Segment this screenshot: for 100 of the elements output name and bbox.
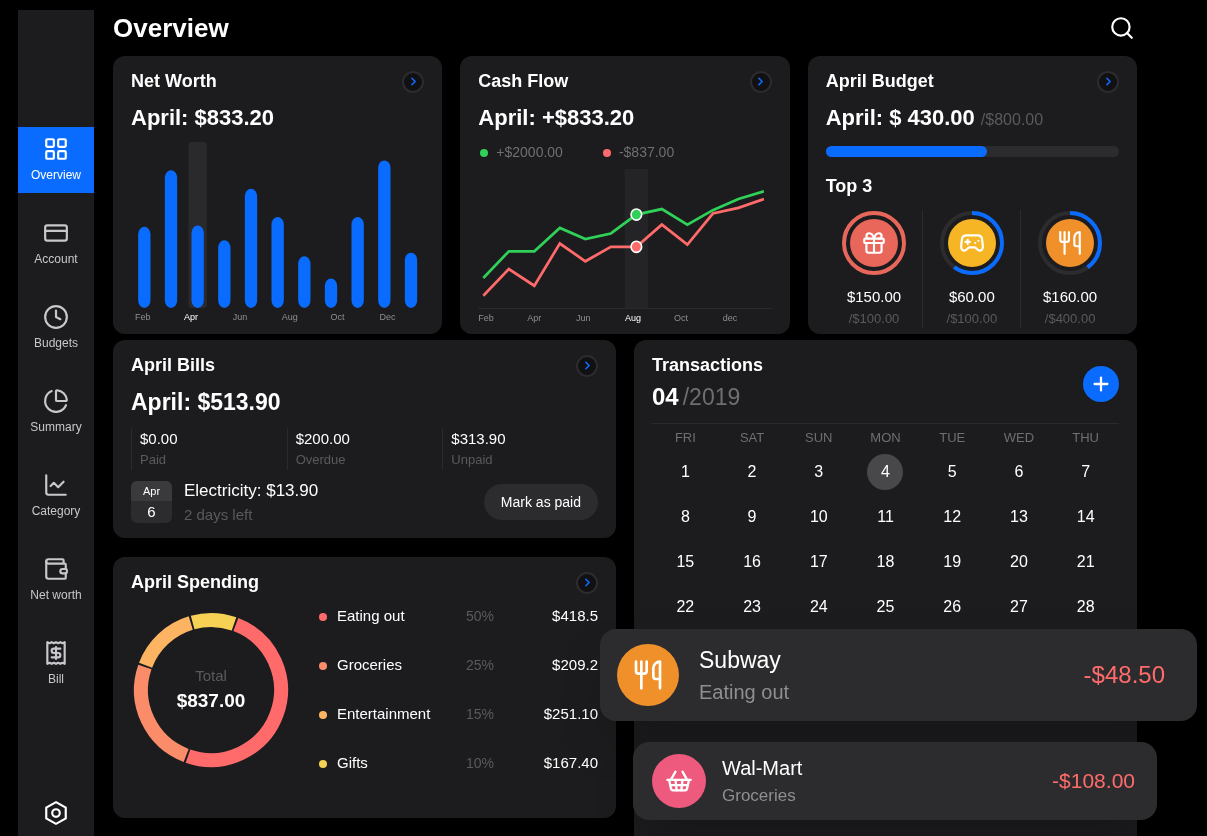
category-percent: 50% [464, 607, 494, 626]
calendar-day[interactable]: 12 [934, 499, 971, 535]
limit-amount: /$400.00 [1044, 309, 1096, 328]
calendar-day[interactable]: 7 [1067, 454, 1104, 490]
chevron-button[interactable] [1097, 70, 1119, 93]
sidebar-item[interactable]: Budgets [18, 295, 94, 361]
category-percent: 10% [464, 754, 494, 773]
add-button[interactable] [1083, 365, 1119, 402]
card-title: April Spending [131, 571, 259, 594]
category-label: Entertainment [337, 704, 431, 725]
calendar-day[interactable]: 28 [1067, 589, 1104, 625]
calendar-day[interactable]: 4 [867, 454, 904, 490]
calendar-day[interactable]: 2 [734, 454, 771, 490]
calendar-day[interactable]: 10 [800, 499, 837, 535]
pie-chart-icon [43, 388, 69, 414]
bill-name: Electricity: $13.90 [184, 480, 319, 502]
stat-label: Overdue [295, 451, 347, 469]
calendar-day[interactable]: 18 [867, 544, 904, 580]
chart-bar [324, 278, 338, 308]
calendar-day[interactable]: 24 [800, 589, 837, 625]
category-amount: $418.5 [551, 606, 598, 627]
calendar-day[interactable]: 14 [1067, 499, 1104, 535]
category-label: Gifts [337, 753, 368, 774]
calendar-day[interactable]: 20 [1000, 544, 1037, 580]
calendar-day[interactable]: 8 [667, 499, 704, 535]
category-label: Groceries [337, 655, 403, 676]
chart-bar [218, 240, 231, 308]
sidebar-item[interactable]: Net worth [18, 547, 94, 613]
sidebar-item[interactable]: Summary [18, 379, 94, 445]
weekday-label: FRI [673, 429, 697, 447]
card-title: April Bills [131, 354, 215, 377]
axis-label: Jun [576, 311, 592, 325]
weekday-label: SUN [804, 429, 834, 447]
legend-label: +$2000.00 [496, 143, 563, 162]
category-amount: $167.40 [542, 753, 598, 774]
axis-label: Oct [329, 311, 346, 325]
axis-label: Feb [478, 311, 495, 325]
calendar-day[interactable]: 19 [934, 544, 971, 580]
legend-label: -$837.00 [618, 143, 675, 162]
sidebar-item[interactable]: Account [18, 211, 94, 277]
search-icon[interactable] [1109, 15, 1135, 41]
sidebar-item[interactable]: Bill [18, 631, 94, 697]
wallet-icon [43, 556, 69, 582]
calendar-day[interactable]: 22 [667, 589, 704, 625]
receipt-icon [43, 640, 69, 666]
settings-icon[interactable] [43, 800, 69, 826]
chevron-button[interactable] [576, 354, 598, 377]
sidebar-item[interactable]: Category [18, 463, 94, 529]
calendar-day[interactable]: 1 [667, 454, 704, 490]
calendar-day[interactable]: 3 [800, 454, 837, 490]
weekday-label: THU [1071, 429, 1100, 447]
calendar-day[interactable]: 23 [734, 589, 771, 625]
stat-label: Paid [140, 451, 168, 469]
chevron-button[interactable] [576, 571, 598, 594]
axis-label: Apr [182, 311, 199, 325]
axis-label: Aug [625, 311, 642, 325]
calendar-day[interactable]: 26 [934, 589, 971, 625]
calendar-day[interactable]: 17 [800, 544, 837, 580]
transaction-card[interactable]: Subway Eating out -$48.50 [600, 629, 1197, 721]
calendar-day[interactable]: 5 [934, 454, 971, 490]
month-number: 04 [652, 382, 679, 412]
chevron-button[interactable] [402, 70, 425, 93]
axis-label: Apr [527, 311, 543, 325]
chart-bar [404, 252, 418, 308]
calendar-day[interactable]: 13 [1000, 499, 1037, 535]
card-title: Net Worth [131, 70, 217, 93]
calendar-day[interactable]: 9 [734, 499, 771, 535]
calendar-day[interactable]: 16 [734, 544, 771, 580]
stat-value: $0.00 [140, 428, 179, 449]
calendar-day[interactable]: 11 [867, 499, 904, 535]
weekday-label: WED [1002, 429, 1036, 447]
transaction-card[interactable]: Wal-Mart Groceries -$108.00 [633, 742, 1157, 820]
stat-value: $200.00 [295, 428, 351, 449]
merchant-name: Wal-Mart [722, 756, 803, 782]
calendar-day[interactable]: 27 [1000, 589, 1037, 625]
chart-point [630, 208, 643, 221]
transaction-amount: -$108.00 [1052, 768, 1135, 795]
gift-icon [861, 230, 888, 256]
top-title: Top 3 [825, 175, 874, 198]
merchant-category: Groceries [722, 785, 797, 808]
chevron-button[interactable] [749, 70, 772, 93]
spent-amount: $160.00 [1043, 287, 1098, 307]
limit-amount: /$100.00 [848, 309, 900, 328]
utensils-icon [1057, 230, 1084, 256]
axis-label: Aug [280, 311, 299, 325]
total-amount: $837.00 [176, 689, 246, 713]
sidebar-item[interactable]: Overview [18, 127, 94, 193]
weekday-label: TUE [938, 429, 967, 447]
category-percent: 15% [464, 705, 494, 724]
calendar-day[interactable]: 15 [667, 544, 704, 580]
axis-label: Oct [673, 311, 689, 325]
mark-paid-button[interactable]: Mark as paid [483, 484, 598, 520]
calendar-day[interactable]: 6 [1000, 454, 1037, 490]
card-title: Cash Flow [478, 70, 569, 93]
budget-limit: /$800.00 [980, 110, 1044, 130]
clock-icon [43, 304, 69, 330]
axis-label: Feb [134, 311, 152, 325]
calendar-day[interactable]: 25 [867, 589, 904, 625]
limit-amount: /$100.00 [946, 309, 998, 328]
calendar-day[interactable]: 21 [1067, 544, 1104, 580]
